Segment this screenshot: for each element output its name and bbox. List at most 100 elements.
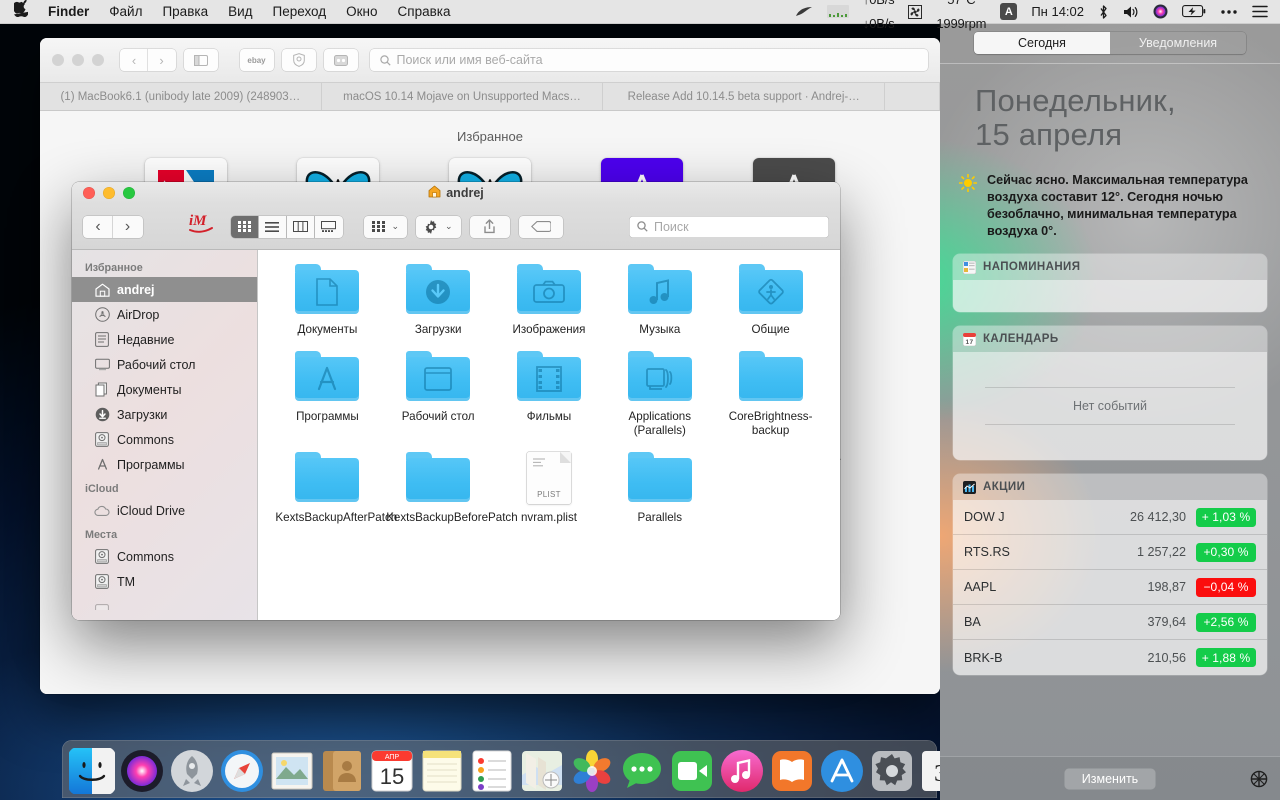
- dock-item-photos[interactable]: [568, 747, 616, 795]
- safari-traffic-lights[interactable]: [52, 54, 104, 66]
- group-by-button[interactable]: ⌄: [363, 215, 408, 238]
- share-button[interactable]: [469, 215, 510, 238]
- close-button[interactable]: [83, 187, 95, 199]
- finder-nav-buttons[interactable]: ‹ ›: [83, 215, 143, 238]
- safari-tab-bar[interactable]: (1) MacBook6.1 (unibody late 2009) (2489…: [40, 83, 940, 111]
- gallery-view-button[interactable]: [315, 216, 343, 238]
- menu-bar[interactable]: Finder Файл Правка Вид Переход Окно Спра…: [0, 0, 1280, 31]
- dock-item-itunes[interactable]: [718, 747, 766, 795]
- stock-row[interactable]: AAPL 198,87 −0,04 %: [953, 570, 1267, 605]
- edit-widgets-button[interactable]: Изменить: [1064, 768, 1156, 789]
- dock-item-app-store[interactable]: [818, 747, 866, 795]
- menu-edit[interactable]: Правка: [152, 0, 218, 24]
- file-item[interactable]: KextsBackupBeforePatch: [383, 452, 518, 525]
- dock-item-books[interactable]: [768, 747, 816, 795]
- sidebar-item-downloads[interactable]: Загрузки: [72, 402, 257, 427]
- zoom-button[interactable]: [92, 54, 104, 66]
- zoom-button[interactable]: [123, 187, 135, 199]
- file-item[interactable]: Загрузки: [383, 264, 494, 337]
- column-view-button[interactable]: [287, 215, 315, 238]
- file-item[interactable]: Изображения: [494, 264, 605, 337]
- forward-button[interactable]: ›: [147, 49, 176, 71]
- sidebar-item-commons-place[interactable]: Commons: [72, 544, 257, 569]
- dock-item-maps[interactable]: [518, 747, 566, 795]
- menu-go[interactable]: Переход: [263, 0, 337, 24]
- sidebar-icon[interactable]: [183, 49, 218, 71]
- network-speed-indicator[interactable]: ↑0B/s ↓0B/s: [857, 0, 901, 36]
- sidebar-item-icloud-drive[interactable]: iCloud Drive: [72, 498, 257, 523]
- tags-button[interactable]: [518, 215, 563, 238]
- dock-item-mail[interactable]: [268, 747, 316, 795]
- im-icon[interactable]: iM: [188, 211, 216, 242]
- file-item[interactable]: Программы: [272, 351, 383, 438]
- menubar-clock[interactable]: Пн 14:02: [1025, 0, 1090, 24]
- minimize-button[interactable]: [72, 54, 84, 66]
- finder-window[interactable]: andrej ‹ › iM ⌄ ⌄ Поиск Избранное andrej…: [72, 182, 840, 620]
- safari-tab[interactable]: (1) MacBook6.1 (unibody late 2009) (2489…: [40, 83, 322, 110]
- safari-tab-empty[interactable]: [885, 83, 940, 110]
- sidebar-item-partial[interactable]: [72, 594, 257, 619]
- menu-window[interactable]: Окно: [336, 0, 387, 24]
- safari-tab[interactable]: macOS 10.14 Mojave on Unsupported Macs…: [322, 83, 604, 110]
- stock-row[interactable]: BRK-B 210,56 + 1,88 %: [953, 640, 1267, 675]
- forward-button[interactable]: ›: [112, 215, 143, 238]
- widget-calendar[interactable]: 17 КАЛЕНДАРЬ Нет событий: [953, 326, 1267, 460]
- temperature-indicator[interactable]: 57°C 1999rpm: [930, 0, 992, 36]
- dock-item-launchpad[interactable]: [168, 747, 216, 795]
- finder-search-input[interactable]: Поиск: [629, 215, 829, 238]
- stock-row[interactable]: DOW J 26 412,30 + 1,03 %: [953, 500, 1267, 535]
- file-item[interactable]: PLIST nvram.plist: [494, 452, 605, 525]
- menu-help[interactable]: Справка: [388, 0, 461, 24]
- dock-item-finder[interactable]: [68, 747, 116, 795]
- volume-icon[interactable]: [1117, 5, 1145, 19]
- more-options-icon[interactable]: [1214, 9, 1244, 15]
- widget-stocks[interactable]: АКЦИИ DOW J 26 412,30 + 1,03 % RTS.RS 1 …: [953, 474, 1267, 675]
- battery-charging-icon[interactable]: [1176, 5, 1212, 18]
- dock[interactable]: АПР 15 Э: [62, 740, 963, 798]
- finder-traffic-lights[interactable]: [83, 187, 135, 199]
- file-item[interactable]: Фильмы: [494, 351, 605, 438]
- file-item[interactable]: Applications (Parallels): [604, 351, 715, 438]
- file-item[interactable]: Общие: [715, 264, 826, 337]
- icon-view-button[interactable]: [230, 215, 259, 238]
- menu-view[interactable]: Вид: [218, 0, 262, 24]
- shield-icon[interactable]: [281, 49, 316, 71]
- finder-file-grid[interactable]: Документы Загрузки Изображения Музыка Об…: [258, 250, 840, 620]
- sidebar-item-andrej[interactable]: andrej: [72, 277, 257, 302]
- sidebar-item-airdrop[interactable]: AirDrop: [72, 302, 257, 327]
- close-button[interactable]: [52, 54, 64, 66]
- dock-item-siri[interactable]: [118, 747, 166, 795]
- file-item[interactable]: CoreBrightness-backup: [715, 351, 826, 438]
- safari-address-bar[interactable]: Поиск или имя веб-сайта: [369, 49, 928, 71]
- minimize-button[interactable]: [103, 187, 115, 199]
- list-view-button[interactable]: [259, 215, 287, 238]
- dock-item-calendar[interactable]: АПР 15: [368, 747, 416, 795]
- file-item[interactable]: Музыка: [604, 264, 715, 337]
- file-item[interactable]: Parallels: [604, 452, 715, 525]
- back-button[interactable]: ‹: [83, 215, 113, 238]
- dock-item-system-preferences[interactable]: [868, 747, 916, 795]
- ebay-icon[interactable]: ebay: [239, 49, 274, 71]
- apple-logo-icon[interactable]: [10, 0, 38, 23]
- input-source-indicator[interactable]: A: [994, 3, 1023, 20]
- file-item[interactable]: KextsBackupAfterPatch: [272, 452, 397, 525]
- sidebar-item-applications[interactable]: Программы: [72, 452, 257, 477]
- widget-reminders[interactable]: НАПОМИНАНИЯ: [953, 254, 1267, 312]
- safari-nav-buttons[interactable]: ‹ ›: [120, 49, 176, 71]
- siri-menubar-icon[interactable]: [1147, 4, 1174, 19]
- file-item[interactable]: Документы: [272, 264, 383, 337]
- notification-center-icon[interactable]: [1246, 5, 1274, 18]
- sidebar-item-documents[interactable]: Документы: [72, 377, 257, 402]
- sidebar-item-recents[interactable]: Недавние: [72, 327, 257, 352]
- feather-icon[interactable]: [789, 6, 819, 18]
- file-item[interactable]: Рабочий стол: [383, 351, 494, 438]
- dock-item-notes[interactable]: [418, 747, 466, 795]
- finder-sidebar[interactable]: Избранное andrej AirDrop Недавние Рабочи…: [72, 250, 258, 620]
- sidebar-item-tm[interactable]: TM: [72, 569, 257, 594]
- fan-icon[interactable]: [902, 4, 928, 19]
- tab-overview-icon[interactable]: [323, 49, 358, 71]
- safari-tab[interactable]: Release Add 10.14.5 beta support · Andre…: [603, 83, 886, 110]
- finder-titlebar[interactable]: andrej: [72, 182, 840, 204]
- dock-item-facetime[interactable]: [668, 747, 716, 795]
- menu-file[interactable]: Файл: [99, 0, 152, 24]
